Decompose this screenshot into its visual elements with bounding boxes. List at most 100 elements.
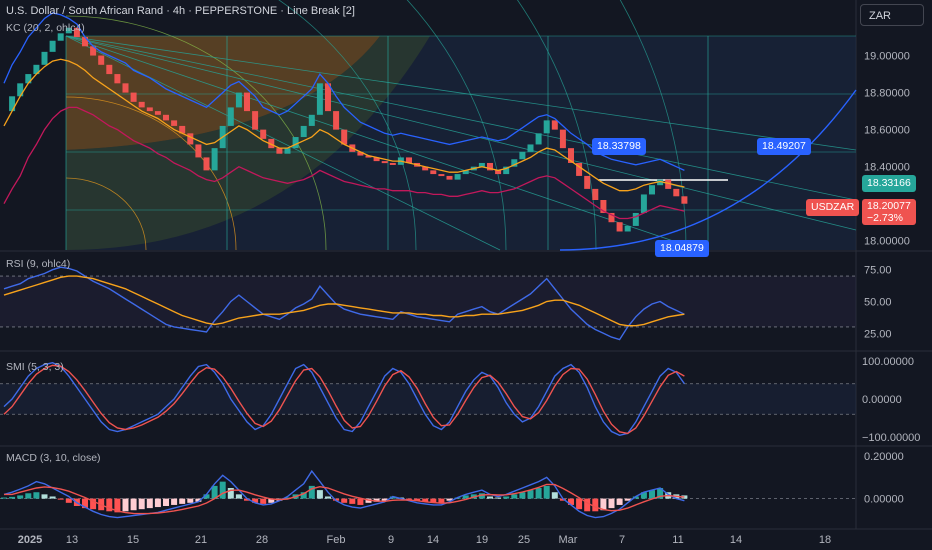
macd-histogram-bar: [130, 498, 137, 511]
macd-histogram-bar: [316, 490, 323, 499]
last-price-tag: 18.20077 −2.73%: [862, 199, 916, 225]
macd-legend[interactable]: MACD (3, 10, close): [6, 452, 101, 464]
smi-legend[interactable]: SMI (5, 3, 3): [6, 361, 64, 373]
macd-histogram-bar: [179, 498, 186, 504]
price-brick: [519, 151, 526, 160]
rsi-tick: 75.00: [864, 265, 892, 277]
price-brick: [559, 129, 566, 149]
price-brick: [584, 175, 591, 189]
macd-histogram-bar: [9, 496, 16, 499]
macd-histogram-bar: [171, 498, 178, 505]
macd-histogram-bar: [535, 488, 542, 499]
macd-histogram-bar: [438, 498, 445, 503]
time-tick: 18: [819, 534, 831, 546]
price-brick: [681, 196, 688, 204]
macd-histogram-bar: [187, 498, 194, 503]
time-tick: Mar: [559, 534, 578, 546]
macd-tick: 0.20000: [864, 451, 904, 463]
macd-tick: 0.00000: [864, 494, 904, 506]
macd-histogram-bar: [25, 493, 32, 499]
currency-button[interactable]: ZAR: [860, 4, 924, 26]
macd-histogram-bar: [584, 498, 591, 512]
time-tick: 15: [127, 534, 139, 546]
price-brick: [130, 92, 137, 102]
price-brick: [195, 144, 202, 158]
price-brick: [381, 161, 388, 164]
macd-histogram-bar: [1, 497, 7, 499]
macd-histogram-bar: [57, 498, 64, 500]
macd-histogram-bar: [154, 498, 161, 508]
chart-title: U.S. Dollar / South African Rand · 4h · …: [6, 5, 355, 17]
upper-channel-tag: 18.49207: [757, 138, 811, 155]
macd-histogram-bar: [33, 492, 40, 499]
macd-histogram-bar: [49, 496, 56, 499]
macd-histogram-bar: [349, 498, 356, 504]
price-brick: [389, 162, 396, 165]
rsi-legend[interactable]: RSI (9, ohlc4): [6, 258, 70, 270]
macd-histogram-bar: [138, 498, 145, 510]
price-brick: [244, 92, 250, 112]
macd-histogram-bar: [146, 498, 153, 509]
time-tick: 11: [672, 534, 683, 546]
price-tick: 18.60000: [864, 125, 910, 137]
price-brick: [292, 137, 299, 149]
price-brick: [284, 148, 291, 154]
price-brick: [640, 194, 647, 213]
price-brick: [592, 188, 599, 200]
time-tick: 21: [195, 534, 207, 546]
price-brick: [308, 114, 315, 126]
price-brick: [154, 111, 161, 115]
price-brick: [632, 212, 639, 226]
price-brick: [235, 92, 242, 108]
price-brick: [616, 222, 623, 232]
price-brick: [624, 225, 631, 232]
price-brick: [138, 101, 145, 108]
chart-canvas[interactable]: 19.00000 18.80000 18.60000 18.40000 18.00000…: [0, 0, 932, 550]
macd-histogram-bar: [235, 494, 242, 499]
rsi-tick: 50.00: [864, 297, 892, 309]
price-brick: [41, 51, 48, 65]
macd-histogram-bar: [608, 498, 615, 509]
macd-histogram-bar: [511, 494, 518, 499]
price-brick: [114, 74, 121, 84]
price-brick: [98, 55, 105, 65]
price-brick: [163, 114, 169, 121]
kc-legend[interactable]: KC (20, 2, ohlc4): [6, 22, 85, 34]
macd-histogram-bar: [527, 490, 534, 499]
macd-histogram-bar: [551, 492, 558, 499]
price-brick: [49, 40, 56, 52]
price-tick: 19.00000: [864, 51, 910, 63]
macd-histogram-bar: [163, 498, 169, 506]
time-tick: 9: [388, 534, 394, 546]
price-brick: [260, 129, 267, 139]
price-brick: [535, 133, 542, 145]
price-brick: [211, 148, 218, 171]
price-tick: 18.40000: [864, 162, 910, 174]
time-tick: 14: [730, 534, 742, 546]
smi-tick: −100.00000: [862, 432, 920, 444]
macd-histogram-bar: [260, 498, 267, 504]
macd-histogram-bar: [543, 485, 550, 499]
macd-histogram-bar: [357, 498, 364, 505]
price-brick: [171, 120, 178, 126]
green-level-tag: 18.33166: [862, 175, 916, 192]
box-lower-tag: 18.04879: [655, 240, 709, 257]
price-brick: [106, 64, 113, 75]
last-price: 18.20077: [867, 200, 911, 212]
macd-histogram-bar: [576, 498, 583, 510]
price-brick: [454, 174, 461, 180]
rsi-tick: 25.00: [864, 328, 892, 340]
symbol-tag: USDZAR: [806, 199, 860, 216]
time-tick: Feb: [327, 534, 346, 546]
price-brick: [543, 120, 550, 134]
price-brick: [57, 33, 64, 41]
smi-tick: 100.00000: [862, 356, 914, 368]
time-tick: 19: [476, 534, 488, 546]
price-brick: [446, 175, 453, 180]
price-brick: [203, 157, 210, 171]
price-brick: [333, 111, 340, 130]
price-brick: [187, 133, 194, 145]
price-brick: [438, 174, 445, 177]
time-tick: 28: [256, 534, 268, 546]
time-tick: 25: [518, 534, 530, 546]
